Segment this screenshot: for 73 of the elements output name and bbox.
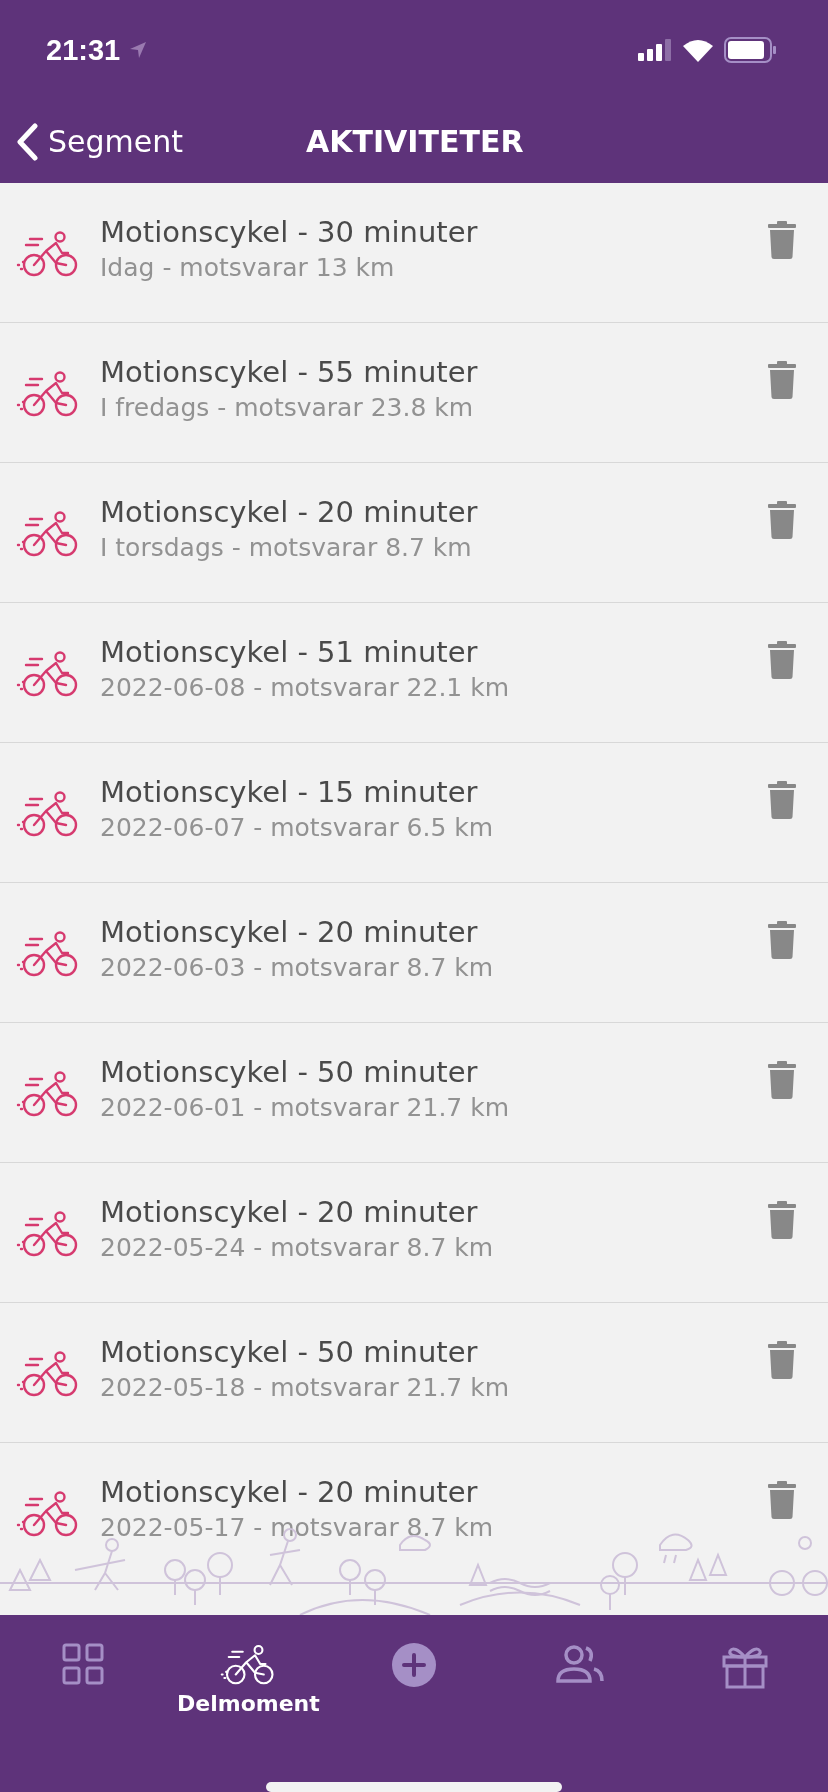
activity-subtitle: 2022-06-07 - motsvarar 6.5 km: [100, 813, 495, 842]
trash-icon: [768, 501, 796, 539]
battery-icon: [724, 37, 776, 63]
trash-icon: [768, 1481, 796, 1519]
cyclist-icon: [16, 508, 80, 557]
activity-title: Motionscykel - 15 minuter: [100, 775, 479, 809]
activity-subtitle: 2022-05-24 - motsvarar 8.7 km: [100, 1233, 495, 1262]
trash-icon: [768, 1341, 796, 1379]
delete-button[interactable]: [768, 1341, 796, 1382]
delete-button[interactable]: [768, 221, 796, 262]
cyclist-icon: [16, 928, 80, 977]
activity-subtitle: I fredags - motsvarar 23.8 km: [100, 393, 475, 422]
people-icon: [555, 1643, 604, 1685]
cyclist-icon: [16, 368, 80, 417]
grid-icon: [61, 1643, 104, 1685]
delete-button[interactable]: [768, 361, 796, 402]
activity-title: Motionscykel - 30 minuter: [100, 215, 479, 249]
activity-subtitle: 2022-05-18 - motsvarar 21.7 km: [100, 1373, 511, 1402]
chevron-left-icon: [16, 122, 38, 161]
back-button[interactable]: Segment: [16, 122, 306, 161]
activity-row[interactable]: Motionscykel - 55 minuter I fredags - motsvarar 23.8 km: [0, 323, 828, 463]
activity-subtitle: Idag - motsvarar 13 km: [100, 253, 396, 282]
activity-row[interactable]: Motionscykel - 50 minuter 2022-06-01 - motsvarar 21.7 km: [0, 1023, 828, 1163]
activity-title: Motionscykel - 50 minuter: [100, 1055, 479, 1089]
trash-icon: [768, 1201, 796, 1239]
activity-title: Motionscykel - 50 minuter: [100, 1335, 479, 1369]
activity-subtitle: I torsdags - motsvarar 8.7 km: [100, 533, 473, 562]
location-arrow-icon: [130, 42, 147, 58]
cyclist-icon: [220, 1643, 277, 1685]
cyclist-icon: [16, 788, 80, 837]
activity-title: Motionscykel - 20 minuter: [100, 495, 479, 529]
tab-bar-item[interactable]: Delmoment: [173, 1643, 324, 1753]
delete-button[interactable]: [768, 1061, 796, 1102]
activity-row[interactable]: Motionscykel - 50 minuter 2022-05-18 - motsvarar 21.7 km: [0, 1303, 828, 1443]
cyclist-icon: [16, 648, 80, 697]
cyclist-icon: [16, 1488, 80, 1537]
activity-subtitle: 2022-06-01 - motsvarar 21.7 km: [100, 1093, 511, 1122]
delete-button[interactable]: [768, 921, 796, 962]
activity-row[interactable]: Motionscykel - 20 minuter 2022-05-24 - motsvarar 8.7 km: [0, 1163, 828, 1303]
activity-row[interactable]: Motionscykel - 20 minuter 2022-06-03 - motsvarar 8.7 km: [0, 883, 828, 1023]
activity-row[interactable]: Motionscykel - 20 minuter I torsdags - motsvarar 8.7 km: [0, 463, 828, 603]
activity-title: Motionscykel - 55 minuter: [100, 355, 479, 389]
plus-icon: [392, 1643, 436, 1687]
cyclist-icon: [16, 1208, 80, 1257]
trash-icon: [768, 1061, 796, 1099]
delete-button[interactable]: [768, 781, 796, 822]
activity-title: Motionscykel - 20 minuter: [100, 1195, 479, 1229]
activity-subtitle: 2022-06-03 - motsvarar 8.7 km: [100, 953, 495, 982]
activity-title: Motionscykel - 51 minuter: [100, 635, 479, 669]
activity-row[interactable]: Motionscykel - 15 minuter 2022-06-07 - motsvarar 6.5 km: [0, 743, 828, 883]
trash-icon: [768, 361, 796, 399]
trash-icon: [768, 781, 796, 819]
signal-icon: [638, 39, 672, 61]
trash-icon: [768, 221, 796, 259]
trash-icon: [768, 921, 796, 959]
cyclist-icon: [16, 1068, 80, 1117]
status-time: 21:31: [46, 33, 121, 67]
trash-icon: [768, 641, 796, 679]
activity-subtitle: 2022-06-08 - motsvarar 22.1 km: [100, 673, 511, 702]
activity-row[interactable]: Motionscykel - 30 minuter Idag - motsvarar 13 km: [0, 183, 828, 323]
activity-subtitle: 2022-05-17 - motsvarar 8.7 km: [100, 1513, 495, 1542]
delete-button[interactable]: [768, 641, 796, 682]
activity-title: Motionscykel - 20 minuter: [100, 1475, 479, 1509]
activity-row[interactable]: Motionscykel - 20 minuter 2022-05-17 - motsvarar 8.7 km: [0, 1443, 828, 1583]
delete-button[interactable]: [768, 1481, 796, 1522]
delete-button[interactable]: [768, 1201, 796, 1242]
wifi-icon: [682, 38, 714, 62]
cyclist-icon: [16, 1348, 80, 1397]
screen-title: AKTIVITETER: [306, 124, 524, 159]
activity-row[interactable]: Motionscykel - 51 minuter 2022-06-08 - motsvarar 22.1 km: [0, 603, 828, 743]
cyclist-icon: [16, 228, 80, 277]
delete-button[interactable]: [768, 501, 796, 542]
activity-title: Motionscykel - 20 minuter: [100, 915, 479, 949]
